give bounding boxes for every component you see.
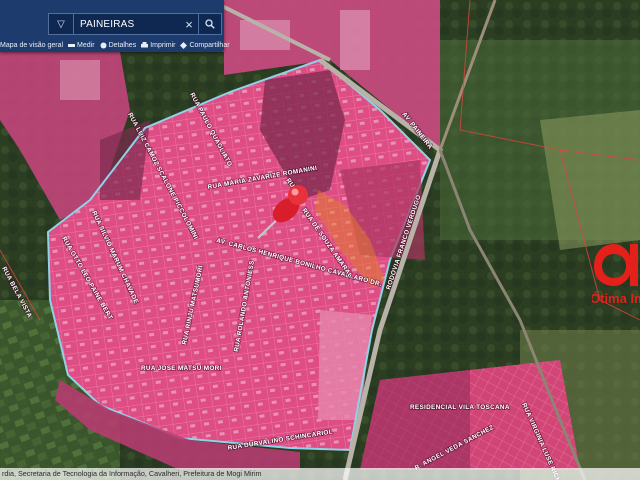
logo-mark-icon — [594, 244, 638, 286]
ruler-icon — [68, 43, 76, 47]
search-input[interactable]: PAINEIRAS — [74, 19, 180, 30]
overview-map-button[interactable]: Mapa de visão geral — [0, 42, 63, 49]
share-icon — [180, 41, 188, 49]
map-toolbar: ▽ PAINEIRAS × Mapa de visão geral Medir … — [0, 0, 230, 52]
search-dropdown-button[interactable]: ▽ — [49, 14, 74, 34]
tool-label: Medir — [77, 41, 95, 49]
details-button[interactable]: Detalhes — [100, 41, 137, 49]
map-attribution: rdia, Secretaria de Tecnologia da Inform… — [0, 468, 640, 480]
tool-label: Detalhes — [108, 41, 137, 49]
logo-text: Ótima Im — [592, 291, 640, 306]
share-button[interactable]: Compartilhar — [180, 41, 230, 49]
tool-label: Mapa de visão geral — [0, 41, 64, 49]
watermark-logo: Ótima Im — [592, 236, 640, 310]
tool-label: Compartilhar — [189, 41, 230, 49]
measure-button[interactable]: Medir — [68, 42, 95, 49]
tool-label: Imprimir — [150, 41, 176, 49]
print-button[interactable]: Imprimir — [141, 41, 176, 49]
search-button[interactable] — [198, 14, 221, 34]
info-icon — [100, 42, 107, 48]
street-label: RUA JOSE MATSU MORI — [141, 365, 222, 372]
clear-icon[interactable]: × — [180, 17, 198, 32]
search-box[interactable]: ▽ PAINEIRAS × — [48, 13, 222, 35]
printer-icon — [141, 41, 149, 47]
search-icon — [205, 19, 215, 29]
map-canvas[interactable]: RUA MARIA ZAVARIZE ROMANINI AV. CARLOS H… — [0, 0, 640, 480]
street-label: RESIDENCIAL VILA TOSCANA — [410, 404, 510, 411]
tool-bar: Mapa de visão geral Medir Detalhes Impri… — [0, 39, 230, 51]
chevron-down-icon: ▽ — [57, 18, 65, 30]
